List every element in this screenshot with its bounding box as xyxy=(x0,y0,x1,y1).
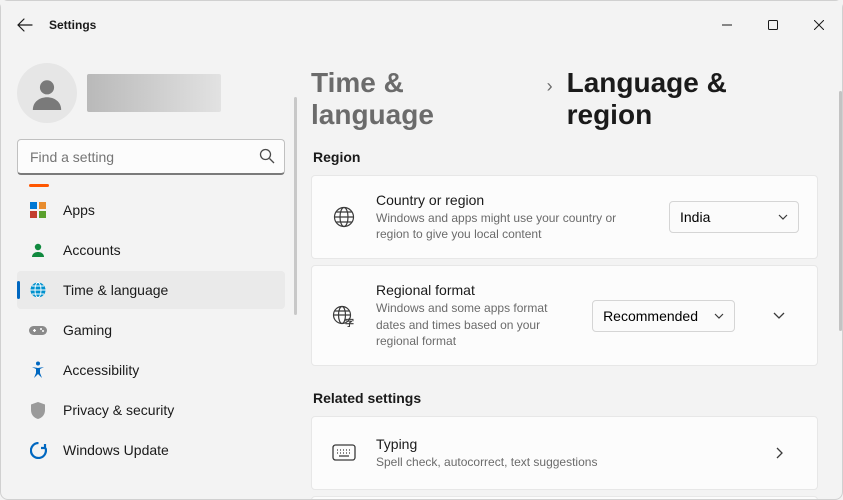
svg-text:字: 字 xyxy=(345,317,354,327)
search-box xyxy=(17,139,285,175)
avatar xyxy=(17,63,77,123)
search-input[interactable] xyxy=(17,139,285,175)
active-indicator xyxy=(17,281,20,299)
card-title: Typing xyxy=(376,436,735,452)
main-panel: Time & language › Language & region Regi… xyxy=(301,49,842,499)
globe-icon xyxy=(330,206,358,228)
apps-icon xyxy=(29,201,47,219)
window-title: Settings xyxy=(49,18,96,32)
close-icon xyxy=(814,20,824,30)
expand-button[interactable] xyxy=(759,296,799,336)
close-button[interactable] xyxy=(796,9,842,41)
scroll-indicator xyxy=(29,184,49,187)
dropdown-value: Recommended xyxy=(603,308,698,324)
section-region: Region xyxy=(313,149,818,165)
sidebar-item-label: Accessibility xyxy=(63,362,139,378)
card-country-region: Country or region Windows and apps might… xyxy=(311,175,818,259)
maximize-button[interactable] xyxy=(750,9,796,41)
search-icon xyxy=(259,148,275,169)
sidebar-item-apps[interactable]: Apps xyxy=(17,191,285,229)
sidebar-item-time-language[interactable]: Time & language xyxy=(17,271,285,309)
navigate-button xyxy=(759,433,799,473)
chevron-right-icon xyxy=(776,447,783,459)
breadcrumb: Time & language › Language & region xyxy=(311,67,818,131)
card-admin-language[interactable]: A Administrative language settings xyxy=(311,496,818,499)
sidebar-item-accessibility[interactable]: Accessibility xyxy=(17,351,285,389)
content-scrollbar-left[interactable] xyxy=(294,91,297,341)
card-title: Country or region xyxy=(376,192,651,208)
sidebar-item-label: Accounts xyxy=(63,242,121,258)
time-language-icon xyxy=(29,281,47,299)
update-icon xyxy=(29,441,47,459)
gaming-icon xyxy=(29,321,47,339)
minimize-button[interactable] xyxy=(704,9,750,41)
title-bar: Settings xyxy=(1,1,842,49)
card-description: Windows and some apps format dates and t… xyxy=(376,300,574,349)
sidebar-item-label: Privacy & security xyxy=(63,402,174,418)
user-profile[interactable] xyxy=(17,63,285,123)
sidebar-item-label: Gaming xyxy=(63,322,112,338)
breadcrumb-current: Language & region xyxy=(567,67,818,131)
chevron-right-icon: › xyxy=(547,76,553,97)
content-area: Apps Accounts Time & language Gaming Acc… xyxy=(1,49,842,499)
accessibility-icon xyxy=(29,361,47,379)
card-title: Regional format xyxy=(376,282,574,298)
maximize-icon xyxy=(768,20,778,30)
format-dropdown[interactable]: Recommended xyxy=(592,300,735,332)
sidebar-item-gaming[interactable]: Gaming xyxy=(17,311,285,349)
window-controls xyxy=(704,9,842,41)
accounts-icon xyxy=(29,241,47,259)
chevron-down-icon xyxy=(778,214,788,220)
dropdown-value: India xyxy=(680,209,710,225)
country-dropdown[interactable]: India xyxy=(669,201,799,233)
arrow-left-icon xyxy=(17,17,33,33)
sidebar-item-privacy[interactable]: Privacy & security xyxy=(17,391,285,429)
card-regional-format: 字 Regional format Windows and some apps … xyxy=(311,265,818,366)
sidebar-item-accounts[interactable]: Accounts xyxy=(17,231,285,269)
card-description: Spell check, autocorrect, text suggestio… xyxy=(376,454,735,470)
user-name-redacted xyxy=(87,74,221,112)
section-related: Related settings xyxy=(313,390,818,406)
sidebar-item-label: Windows Update xyxy=(63,442,169,458)
person-icon xyxy=(30,76,64,110)
card-description: Windows and apps might use your country … xyxy=(376,210,651,242)
globe-text-icon: 字 xyxy=(330,305,358,327)
content-scrollbar-right[interactable] xyxy=(836,91,842,391)
breadcrumb-parent[interactable]: Time & language xyxy=(311,67,533,131)
chevron-down-icon xyxy=(714,313,724,319)
sidebar-item-label: Time & language xyxy=(63,282,168,298)
sidebar-nav: Apps Accounts Time & language Gaming Acc… xyxy=(17,191,285,469)
sidebar: Apps Accounts Time & language Gaming Acc… xyxy=(1,49,301,499)
chevron-down-icon xyxy=(773,312,785,319)
sidebar-item-update[interactable]: Windows Update xyxy=(17,431,285,469)
shield-icon xyxy=(29,401,47,419)
card-typing[interactable]: Typing Spell check, autocorrect, text su… xyxy=(311,416,818,490)
back-button[interactable] xyxy=(1,1,49,49)
sidebar-item-label: Apps xyxy=(63,202,95,218)
minimize-icon xyxy=(722,20,732,30)
keyboard-icon xyxy=(330,444,358,462)
